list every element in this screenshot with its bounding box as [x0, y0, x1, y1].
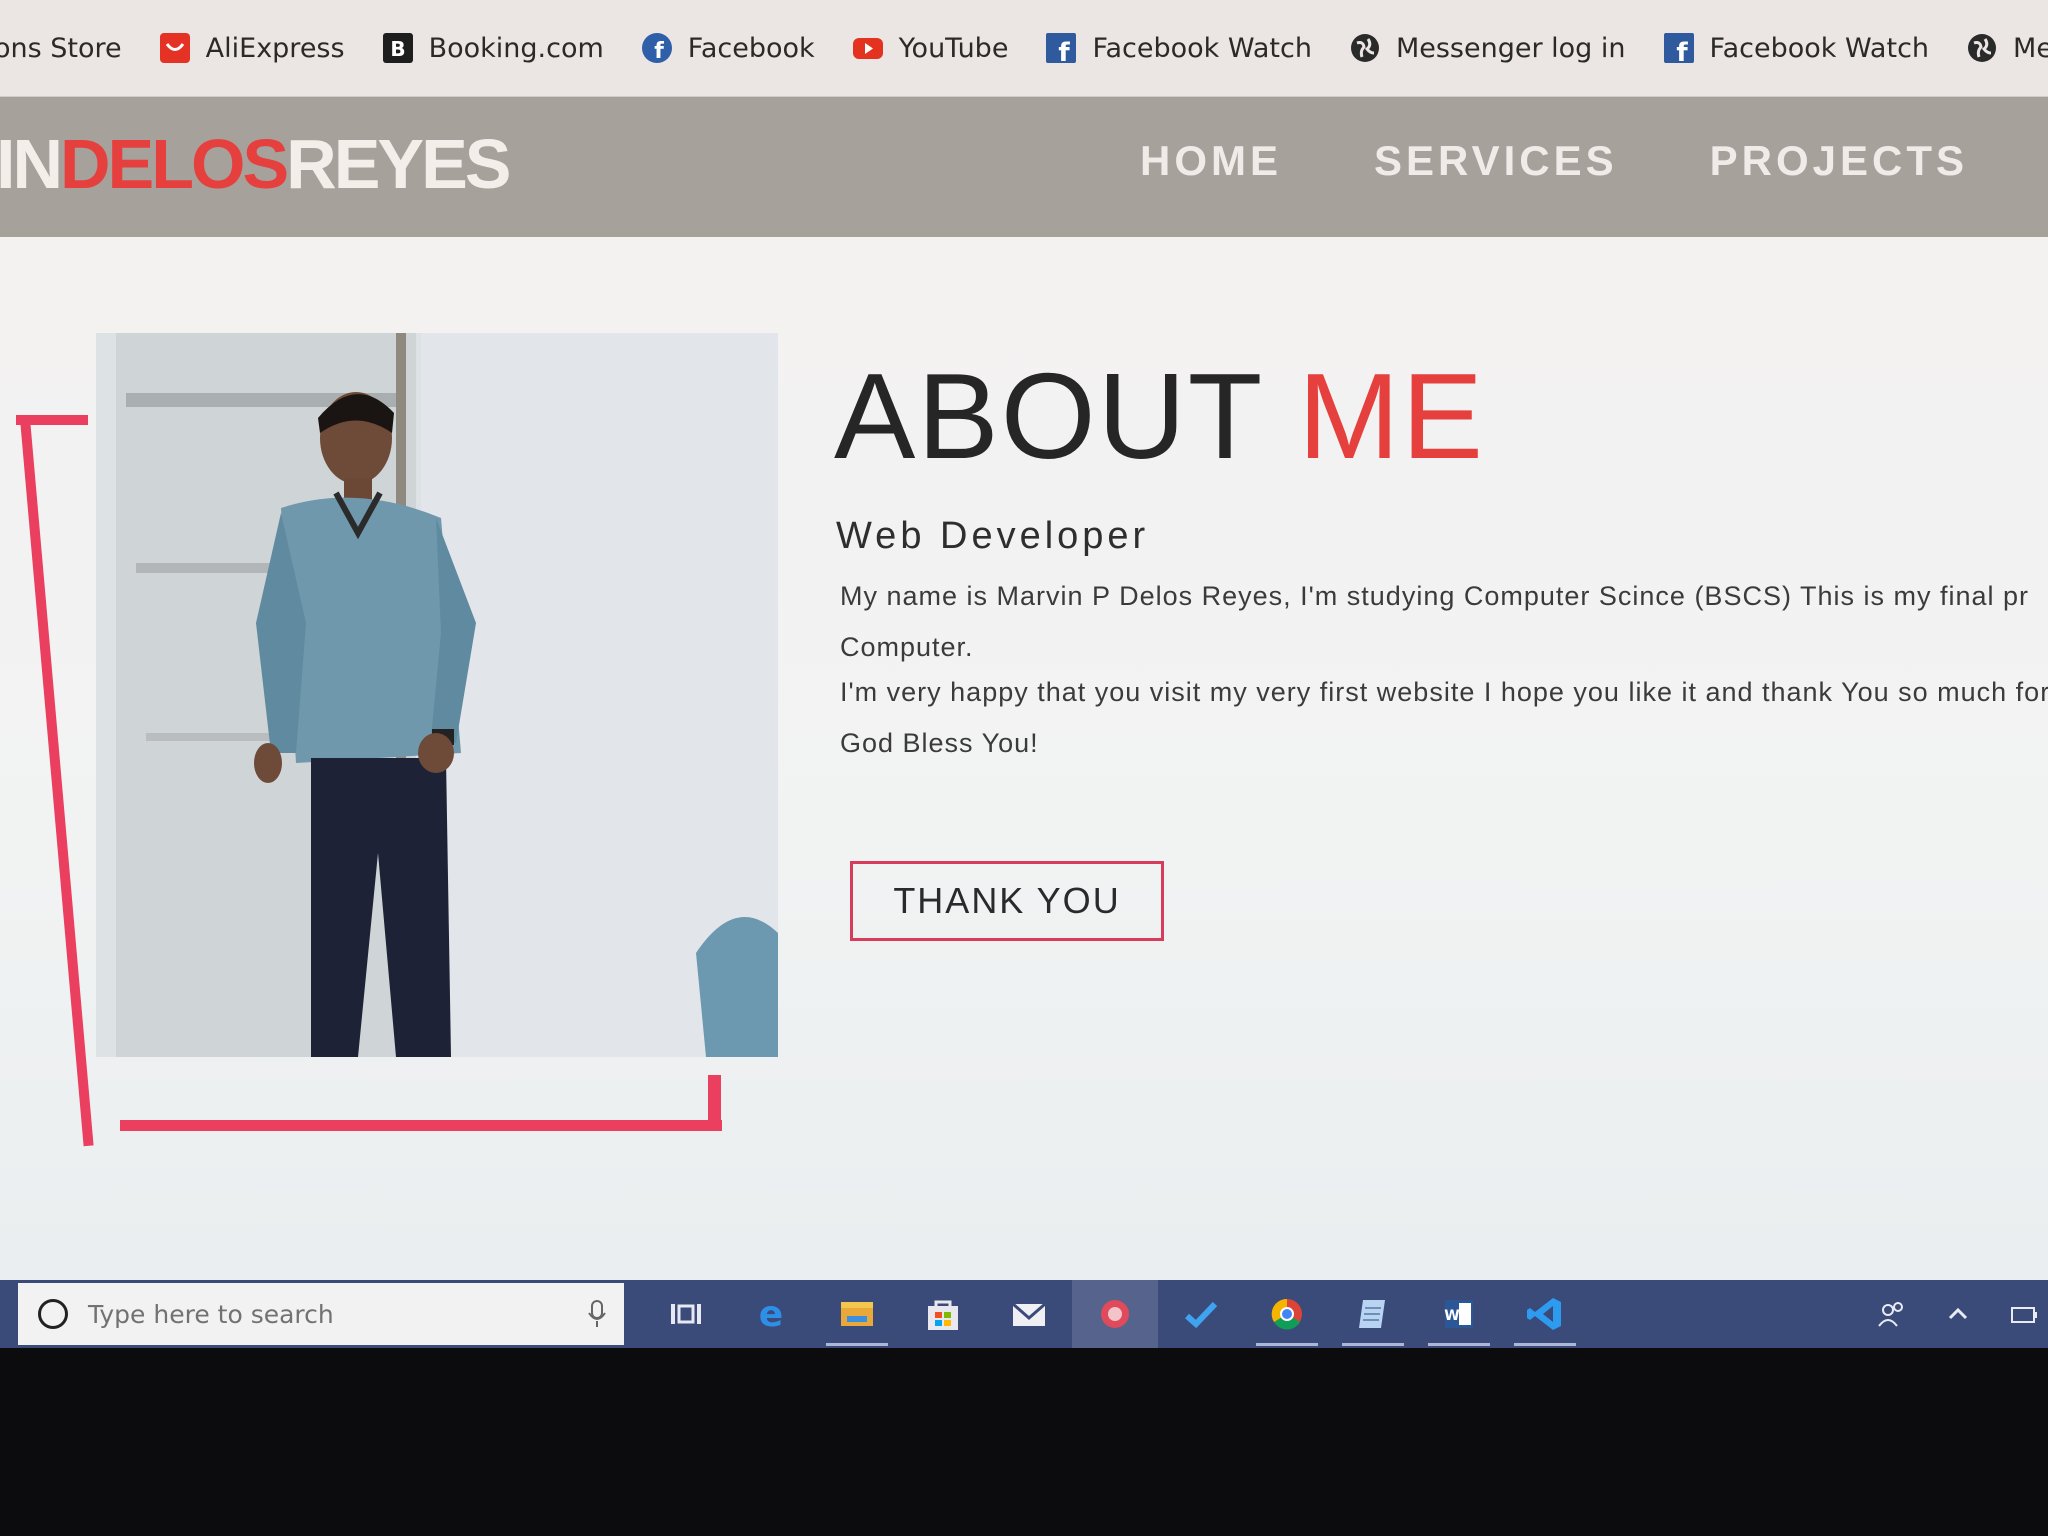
- youtube-icon: [851, 31, 885, 65]
- taskbar-word[interactable]: W: [1416, 1280, 1502, 1348]
- profile-photo: [96, 333, 778, 1057]
- site-logo[interactable]: INDELOSREYES: [0, 129, 511, 199]
- taskbar-file-explorer[interactable]: [814, 1280, 900, 1348]
- bookmark-label: Messenger log in: [1395, 32, 1626, 64]
- taskbar-chrome[interactable]: [1244, 1280, 1330, 1348]
- bio-line-4: God Bless You!: [840, 728, 1039, 758]
- microphone-icon[interactable]: [586, 1299, 608, 1329]
- edge-icon: e: [759, 1294, 783, 1334]
- word-icon: W: [1444, 1300, 1473, 1328]
- taskbar-search-box[interactable]: Type here to search: [18, 1283, 624, 1345]
- taskbar-photo-app[interactable]: [1072, 1280, 1158, 1348]
- aliexpress-icon: [158, 31, 192, 65]
- bookmark-store[interactable]: ons Store: [0, 33, 122, 64]
- monitor-bezel: [0, 1348, 2048, 1536]
- bio-line-3: I'm very happy that you visit my very fi…: [840, 677, 2048, 707]
- taskbar-apps: e W: [642, 1280, 1588, 1348]
- about-title-main: ABOUT: [834, 348, 1263, 484]
- about-title-accent: ME: [1297, 348, 1485, 484]
- svg-text:W: W: [1444, 1308, 1459, 1324]
- search-placeholder: Type here to search: [88, 1299, 334, 1329]
- bio-line-2: Computer.: [840, 632, 974, 662]
- bookmark-facebook-watch-2[interactable]: f Facebook Watch: [1662, 31, 1930, 65]
- svg-text:f: f: [1059, 38, 1071, 65]
- windows-taskbar: Type here to search e W: [0, 1280, 2048, 1348]
- bookmark-label: Booking.com: [428, 32, 604, 64]
- logo-part-3: REYES: [286, 125, 511, 203]
- site-header: INDELOSREYES HOME SERVICES PROJECTS AB: [0, 97, 2048, 237]
- bookmark-label: AliExpress: [205, 32, 345, 64]
- logo-part-1: IN: [0, 125, 63, 203]
- file-explorer-icon: [841, 1302, 873, 1326]
- about-title: ABOUT ME: [834, 355, 1485, 477]
- main-nav: HOME SERVICES PROJECTS AB: [1140, 137, 2048, 185]
- job-title: Web Developer: [836, 515, 1150, 557]
- thank-you-button[interactable]: THANK YOU: [850, 861, 1164, 941]
- mail-icon: [1012, 1302, 1046, 1326]
- frame-bottom-bar: [120, 1120, 722, 1131]
- bookmark-messenger-2[interactable]: Messenger log in: [1965, 31, 2048, 65]
- task-view-button[interactable]: [642, 1280, 728, 1348]
- bookmarks-bar: ons Store AliExpress B Booking.com f Fac…: [0, 0, 2048, 97]
- taskbar-vscode[interactable]: [1502, 1280, 1588, 1348]
- bookmark-messenger[interactable]: Messenger log in: [1348, 31, 1626, 65]
- facebook-icon: f: [640, 31, 674, 65]
- todo-icon: [1185, 1301, 1218, 1329]
- bookmark-booking[interactable]: B Booking.com: [381, 31, 604, 65]
- bookmark-facebook[interactable]: f Facebook: [640, 31, 815, 65]
- store-icon: [928, 1300, 958, 1330]
- bookmark-label: Facebook: [687, 32, 815, 64]
- bookmark-label: Messenger log in: [2013, 32, 2048, 64]
- frame-corner-right: [708, 1075, 721, 1129]
- bookmark-facebook-watch[interactable]: f Facebook Watch: [1044, 31, 1312, 65]
- battery-icon[interactable]: [2008, 1298, 2040, 1330]
- task-view-icon: [671, 1304, 701, 1324]
- svg-text:e: e: [759, 1294, 783, 1334]
- globe-icon: [1348, 31, 1382, 65]
- taskbar-todo[interactable]: [1158, 1280, 1244, 1348]
- nav-home[interactable]: HOME: [1140, 137, 1282, 185]
- taskbar-edge[interactable]: e: [728, 1280, 814, 1348]
- svg-text:B: B: [390, 37, 405, 61]
- system-tray: [1876, 1280, 2048, 1348]
- bookmark-label: Facebook Watch: [1709, 32, 1930, 64]
- svg-text:f: f: [654, 39, 664, 64]
- taskbar-mail[interactable]: [986, 1280, 1072, 1348]
- about-section: ABOUT ME Web Developer My name is Marvin…: [0, 237, 2048, 1280]
- booking-icon: B: [381, 31, 415, 65]
- bookmark-label: YouTube: [898, 32, 1009, 64]
- bookmark-label: ons Store: [0, 32, 122, 64]
- bookmark-youtube[interactable]: YouTube: [851, 31, 1009, 65]
- people-icon[interactable]: [1876, 1298, 1908, 1330]
- chrome-icon: [1271, 1298, 1302, 1330]
- chevron-up-icon[interactable]: [1942, 1298, 1974, 1330]
- svg-text:f: f: [1676, 38, 1688, 65]
- cortana-icon[interactable]: [38, 1299, 68, 1329]
- facebook-icon: f: [1044, 31, 1078, 65]
- taskbar-notepad[interactable]: [1330, 1280, 1416, 1348]
- bookmark-label: Facebook Watch: [1092, 32, 1312, 64]
- globe-icon: [1965, 31, 1999, 65]
- nav-projects[interactable]: PROJECTS: [1710, 137, 1968, 185]
- taskbar-store[interactable]: [900, 1280, 986, 1348]
- vscode-icon: [1527, 1298, 1561, 1330]
- frame-left-bar: [20, 418, 94, 1147]
- photo-app-icon: [1101, 1300, 1129, 1328]
- bio-line-1: My name is Marvin P Delos Reyes, I'm stu…: [840, 581, 2030, 611]
- bookmark-aliexpress[interactable]: AliExpress: [158, 31, 345, 65]
- nav-services[interactable]: SERVICES: [1374, 137, 1618, 185]
- notepad-icon: [1359, 1300, 1385, 1328]
- facebook-icon: f: [1662, 31, 1696, 65]
- logo-part-2: DELOS: [60, 125, 289, 203]
